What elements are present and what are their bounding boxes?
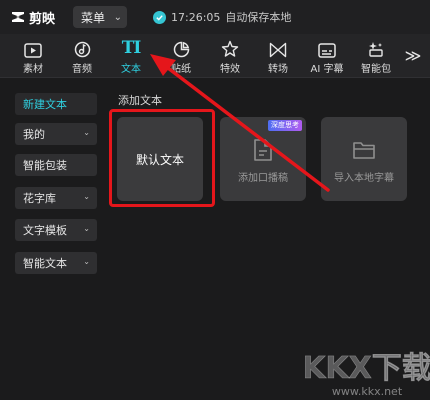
audio-icon — [74, 41, 90, 58]
media-icon — [24, 43, 42, 58]
add-voiceover-script-card[interactable]: 深度思考 添加口播稿 — [220, 117, 306, 201]
ai-subtitle-icon — [318, 43, 336, 58]
autosave-status: 17:26:05 自动保存本地 — [153, 9, 291, 25]
tool-media[interactable]: 素材 — [8, 34, 58, 78]
script-doc-icon — [254, 138, 272, 161]
tool-label: 转场 — [268, 64, 288, 75]
tool-label: 素材 — [23, 64, 43, 75]
title-bar: 剪映 菜单 ⌄ 17:26:05 自动保存本地 — [0, 0, 430, 34]
text-icon: TI — [121, 38, 142, 58]
tool-label: 智能包 — [361, 64, 391, 75]
tool-label: 特效 — [220, 64, 240, 75]
tool-ai-subtitle[interactable]: AI 字幕 — [302, 34, 352, 78]
default-text-card[interactable]: 默认文本 — [117, 117, 203, 201]
sidebar-item-label: 智能包装 — [23, 159, 67, 172]
tool-label: 音频 — [72, 64, 92, 75]
section-title: 添加文本 — [118, 94, 162, 107]
tool-effects[interactable]: 特效 — [205, 34, 255, 78]
tool-label: 贴纸 — [171, 64, 191, 75]
sidebar-item-new-text[interactable]: 新建文本 — [15, 93, 97, 115]
card-label: 导入本地字幕 — [334, 172, 394, 184]
double-chevron-right-icon: ≫ — [404, 45, 422, 65]
tool-transition[interactable]: 转场 — [253, 34, 303, 78]
chevron-down-icon: ⌄ — [83, 192, 90, 201]
tool-audio[interactable]: 音频 — [57, 34, 107, 78]
card-label: 添加口播稿 — [238, 172, 288, 184]
card-label: 默认文本 — [135, 152, 184, 167]
watermark-text: KKX下载 — [305, 351, 430, 386]
tool-sticker[interactable]: 贴纸 — [156, 34, 206, 78]
deep-thinking-badge: 深度思考 — [268, 120, 302, 131]
folder-icon — [353, 141, 375, 159]
sticker-icon — [173, 41, 189, 58]
sidebar-item-text-template[interactable]: 文字模板 ⌄ — [15, 219, 97, 241]
smart-package-icon — [369, 42, 383, 57]
save-time: 17:26:05 — [171, 10, 221, 24]
main-toolbar: 素材 音频 TI 文本 贴纸 特效 转场 AI 字幕 智能包 ≫ — [0, 34, 430, 78]
sidebar-item-smart-packaging[interactable]: 智能包装 — [15, 154, 97, 176]
watermark-url: www.kkx.net — [332, 385, 403, 398]
chevron-down-icon: ⌄ — [113, 11, 123, 23]
sidebar-item-smart-text[interactable]: 智能文本 ⌄ — [15, 252, 97, 274]
effects-icon — [221, 40, 239, 57]
sidebar-item-label: 文字模板 — [23, 224, 67, 237]
check-circle-icon — [153, 10, 167, 24]
chevron-down-icon: ⌄ — [83, 128, 90, 137]
chevron-down-icon: ⌄ — [83, 224, 90, 233]
save-text: 自动保存本地 — [225, 11, 292, 24]
tool-label: 文本 — [121, 64, 141, 75]
menu-label: 菜单 — [81, 10, 106, 25]
tool-smart-package[interactable]: 智能包 — [351, 34, 401, 78]
sidebar-item-label: 花字库 — [23, 192, 56, 205]
sidebar-item-label: 我的 — [23, 128, 45, 141]
menu-button[interactable]: 菜单 ⌄ — [73, 6, 128, 28]
sidebar-item-fancy-text[interactable]: 花字库 ⌄ — [15, 187, 97, 209]
import-local-subtitle-card[interactable]: 导入本地字幕 — [321, 117, 407, 201]
chevron-down-icon: ⌄ — [83, 257, 90, 266]
watermark-logo: KKX下载 www.kkx.net — [305, 351, 430, 398]
app-name: 剪映 — [29, 11, 56, 27]
sidebar-item-mine[interactable]: 我的 ⌄ — [15, 123, 97, 145]
sidebar-item-label: 新建文本 — [23, 98, 67, 111]
sidebar-item-label: 智能文本 — [23, 257, 67, 270]
tool-label: AI 字幕 — [310, 64, 344, 75]
app-logo: 剪映 — [10, 8, 55, 27]
more-tools-button[interactable]: ≫ — [402, 42, 424, 68]
tool-text[interactable]: TI 文本 — [106, 34, 156, 78]
capcut-logo-icon — [12, 12, 24, 22]
transition-icon — [269, 42, 287, 58]
